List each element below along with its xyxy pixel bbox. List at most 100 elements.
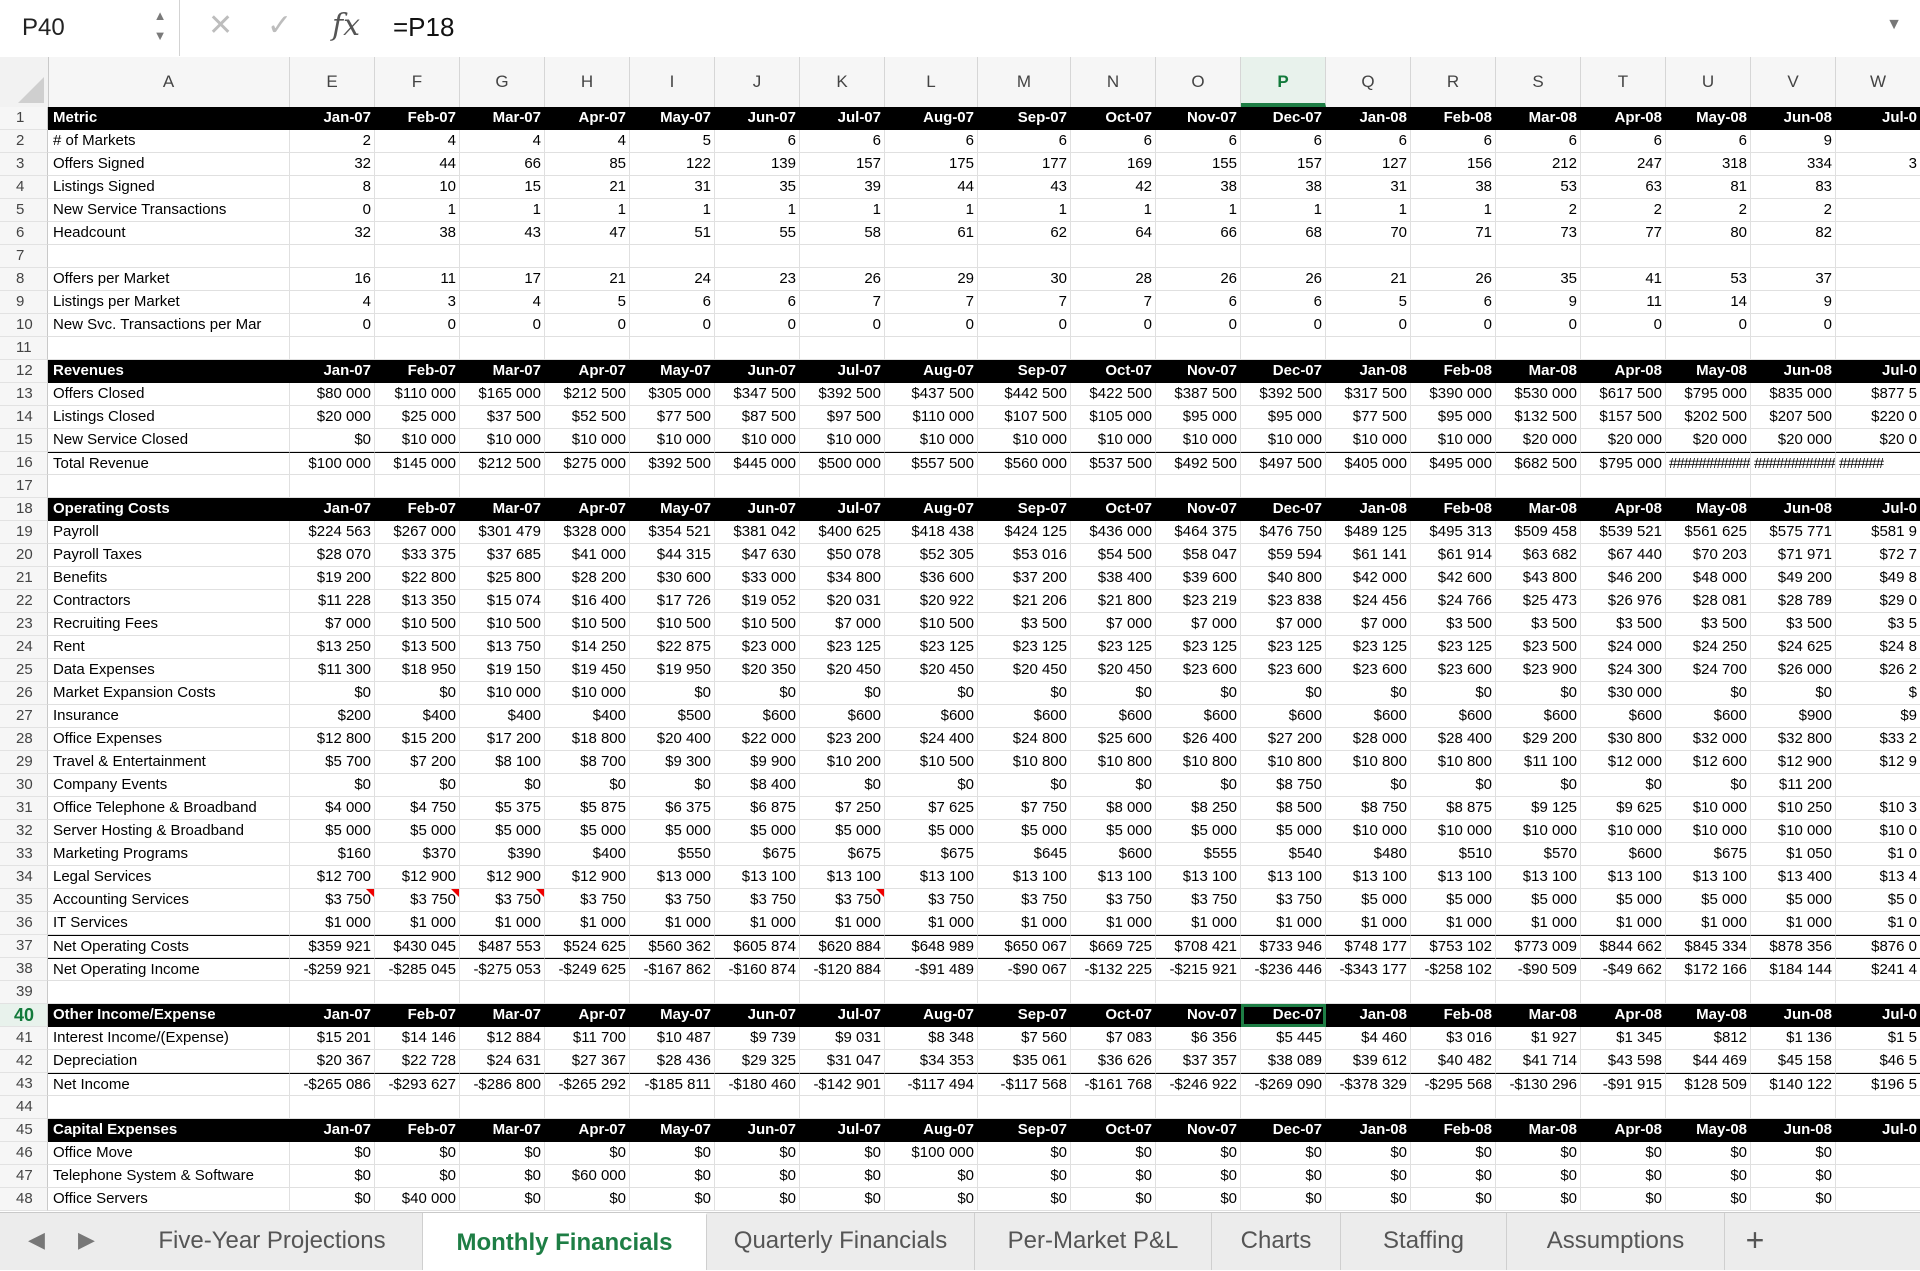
- cell[interactable]: $275 000: [545, 452, 630, 475]
- cell[interactable]: $669 725: [1071, 935, 1156, 958]
- cell[interactable]: 38: [1156, 176, 1241, 199]
- cell[interactable]: $100 000: [290, 452, 375, 475]
- cell[interactable]: $24 000: [1581, 636, 1666, 659]
- row-number[interactable]: 15: [0, 429, 48, 452]
- cell[interactable]: 1: [1326, 199, 1411, 222]
- cell[interactable]: $795 000: [1666, 383, 1751, 406]
- cell[interactable]: 318: [1666, 153, 1751, 176]
- cell[interactable]: $6 356: [1156, 1027, 1241, 1050]
- cell-label[interactable]: Office Servers: [48, 1188, 290, 1211]
- cell[interactable]: [1411, 245, 1496, 268]
- cell[interactable]: $675: [715, 843, 800, 866]
- cell[interactable]: Apr-07: [545, 360, 630, 383]
- cell[interactable]: $0: [375, 682, 460, 705]
- cell[interactable]: $5 375: [460, 797, 545, 820]
- cell[interactable]: $19 450: [545, 659, 630, 682]
- cell[interactable]: $23 200: [800, 728, 885, 751]
- cell[interactable]: [630, 981, 715, 1004]
- cell[interactable]: 21: [1326, 268, 1411, 291]
- cell[interactable]: $600: [1411, 705, 1496, 728]
- cell[interactable]: $10 250: [1751, 797, 1836, 820]
- cell[interactable]: $0: [885, 774, 978, 797]
- cell[interactable]: $13 4: [1836, 866, 1920, 889]
- cell[interactable]: $0: [978, 1165, 1071, 1188]
- cell[interactable]: $23 600: [1241, 659, 1326, 682]
- cell[interactable]: $560 000: [978, 452, 1071, 475]
- cell[interactable]: [1751, 1096, 1836, 1119]
- cell[interactable]: $392 500: [800, 383, 885, 406]
- cell[interactable]: 1: [715, 199, 800, 222]
- cell[interactable]: $1 000: [1751, 912, 1836, 935]
- cell[interactable]: $392 500: [1241, 383, 1326, 406]
- cell[interactable]: $418 438: [885, 521, 978, 544]
- cell[interactable]: $0: [1666, 774, 1751, 797]
- cell-label[interactable]: Other Income/Expense: [48, 1004, 290, 1027]
- cell[interactable]: $165 000: [460, 383, 545, 406]
- cell[interactable]: Jul-0: [1836, 107, 1920, 130]
- cell[interactable]: $5 000: [460, 820, 545, 843]
- cell[interactable]: [1836, 291, 1920, 314]
- cell[interactable]: $23 900: [1496, 659, 1581, 682]
- cell[interactable]: $650 067: [978, 935, 1071, 958]
- cell[interactable]: $140 122: [1751, 1073, 1836, 1096]
- cell[interactable]: $487 553: [460, 935, 545, 958]
- cell[interactable]: [545, 475, 630, 498]
- sheet-tab[interactable]: Five-Year Projections: [122, 1213, 423, 1270]
- cell[interactable]: $600: [885, 705, 978, 728]
- cell[interactable]: $25 800: [460, 567, 545, 590]
- cell[interactable]: $0: [630, 1165, 715, 1188]
- cell[interactable]: $5 000: [715, 820, 800, 843]
- cell[interactable]: $1 000: [1071, 912, 1156, 935]
- cell[interactable]: $224 563: [290, 521, 375, 544]
- cell[interactable]: $387 500: [1156, 383, 1241, 406]
- cell[interactable]: [1751, 475, 1836, 498]
- cell[interactable]: $555: [1156, 843, 1241, 866]
- cell[interactable]: 4: [545, 130, 630, 153]
- cell[interactable]: $0: [1666, 1165, 1751, 1188]
- cell[interactable]: 43: [978, 176, 1071, 199]
- cell[interactable]: $0: [290, 1188, 375, 1211]
- cell[interactable]: $23 000: [715, 636, 800, 659]
- cell[interactable]: $0: [1156, 774, 1241, 797]
- cell[interactable]: $58 047: [1156, 544, 1241, 567]
- cell[interactable]: $500: [630, 705, 715, 728]
- cell[interactable]: 6: [1156, 291, 1241, 314]
- cell[interactable]: 0: [545, 314, 630, 337]
- comment-marker-icon[interactable]: [451, 889, 459, 897]
- cell[interactable]: 38: [1411, 176, 1496, 199]
- cell[interactable]: [1496, 475, 1581, 498]
- cell[interactable]: May-07: [630, 107, 715, 130]
- cell[interactable]: $540: [1241, 843, 1326, 866]
- cell[interactable]: $400: [460, 705, 545, 728]
- cell[interactable]: $8 400: [715, 774, 800, 797]
- cell[interactable]: $24 631: [460, 1050, 545, 1073]
- cell[interactable]: $0: [290, 429, 375, 452]
- cell[interactable]: $0: [1496, 682, 1581, 705]
- cell[interactable]: $464 375: [1156, 521, 1241, 544]
- cell[interactable]: Jun-08: [1751, 360, 1836, 383]
- cell[interactable]: $19 950: [630, 659, 715, 682]
- cell[interactable]: $675: [1666, 843, 1751, 866]
- row-number[interactable]: 38: [0, 958, 48, 981]
- cell[interactable]: $3 500: [1751, 613, 1836, 636]
- cell[interactable]: Oct-07: [1071, 107, 1156, 130]
- cell[interactable]: $10 000: [460, 429, 545, 452]
- cell[interactable]: [1666, 475, 1751, 498]
- cell[interactable]: $12 700: [290, 866, 375, 889]
- cell[interactable]: [1156, 337, 1241, 360]
- cell-label[interactable]: Payroll: [48, 521, 290, 544]
- cell[interactable]: $524 625: [545, 935, 630, 958]
- column-header-q[interactable]: Q: [1326, 57, 1411, 107]
- cell[interactable]: $0: [800, 1165, 885, 1188]
- cell[interactable]: Jan-07: [290, 360, 375, 383]
- cell[interactable]: [1241, 981, 1326, 1004]
- cell[interactable]: $26 2: [1836, 659, 1920, 682]
- cell[interactable]: 43: [460, 222, 545, 245]
- cell[interactable]: Sep-07: [978, 1119, 1071, 1142]
- cell[interactable]: $10 500: [460, 613, 545, 636]
- cell[interactable]: $52 305: [885, 544, 978, 567]
- cell[interactable]: $24 700: [1666, 659, 1751, 682]
- cell[interactable]: $539 521: [1581, 521, 1666, 544]
- cell[interactable]: $5 000: [1751, 889, 1836, 912]
- cell[interactable]: $605 874: [715, 935, 800, 958]
